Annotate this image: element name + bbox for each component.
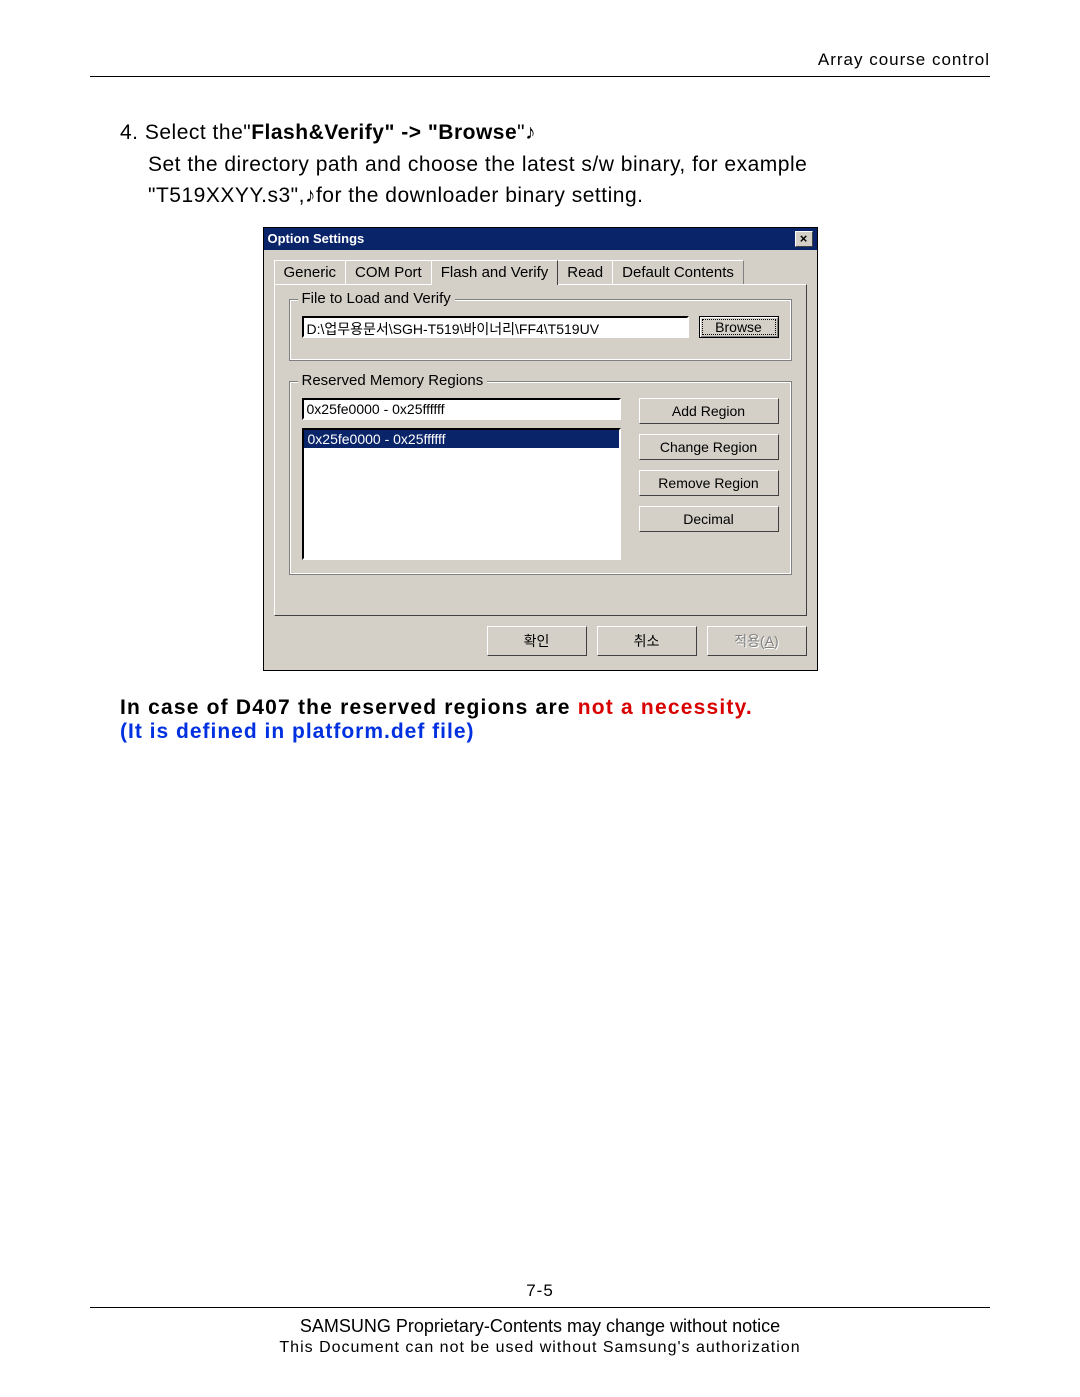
note-black: In case of D407 the reserved regions are [120,696,578,719]
dialog-title: Option Settings [268,231,365,246]
note-red: not a necessity. [578,696,753,719]
close-icon[interactable]: × [795,231,813,247]
tab-generic[interactable]: Generic [274,260,347,284]
step-suffix: "♪ [517,121,536,144]
ok-button[interactable]: 확인 [487,626,587,656]
step-number: 4. [120,121,139,144]
change-region-button[interactable]: Change Region [639,434,779,460]
apply-button: 적용(A) [707,626,807,656]
browse-button[interactable]: Browse [699,316,779,338]
tab-pane: File to Load and Verify D:\업무용문서\SGH-T51… [274,284,807,616]
step-line2b: "T519XXYY.s3",♪for the downloader binary… [148,180,990,212]
groupbox-reserved-memory: Reserved Memory Regions 0x25fe0000 - 0x2… [289,381,792,575]
header-rule [90,76,990,77]
footer-line-1: SAMSUNG Proprietary-Contents may change … [90,1316,990,1337]
list-item[interactable]: 0x25fe0000 - 0x25ffffff [304,430,619,448]
tab-com-port[interactable]: COM Port [345,260,432,284]
decimal-button[interactable]: Decimal [639,506,779,532]
remove-region-button[interactable]: Remove Region [639,470,779,496]
page-number: 7-5 [90,1281,990,1301]
region-listbox[interactable]: 0x25fe0000 - 0x25ffffff [302,428,621,560]
step-bold: Flash&Verify" -> "Browse [251,121,517,144]
tab-flash-and-verify[interactable]: Flash and Verify [431,260,559,285]
cancel-button[interactable]: 취소 [597,626,697,656]
region-input[interactable]: 0x25fe0000 - 0x25ffffff [302,398,621,420]
add-region-button[interactable]: Add Region [639,398,779,424]
step-prefix: Select the" [145,121,251,144]
tabs-row: Generic COM Port Flash and Verify Read D… [274,260,807,284]
footer-rule [90,1307,990,1308]
file-path-input[interactable]: D:\업무용문서\SGH-T519\바이너리\FF4\T519UV [302,316,689,338]
header-text: Array course control [90,50,990,70]
groupbox-file-legend: File to Load and Verify [298,290,455,307]
dialog-titlebar[interactable]: Option Settings × [264,228,817,250]
apply-post: ) [774,633,779,649]
dialog-button-row: 확인 취소 적용(A) [274,626,807,656]
apply-pre: 적용( [734,633,764,649]
footer-line-2: This Document can not be used without Sa… [90,1339,990,1357]
tab-read[interactable]: Read [557,260,613,284]
step-line2a: Set the directory path and choose the la… [148,149,990,181]
tab-default-contents[interactable]: Default Contents [612,260,744,284]
option-settings-dialog: Option Settings × Generic COM Port Flash… [263,227,818,671]
note-line-1: In case of D407 the reserved regions are… [120,696,960,720]
apply-underline: A [765,633,774,649]
groupbox-rmr-legend: Reserved Memory Regions [298,372,488,389]
note-blue: (It is defined in platform.def file) [120,720,990,744]
page-footer: 7-5 SAMSUNG Proprietary-Contents may cha… [90,1281,990,1357]
instruction-step-4: 4. Select the"Flash&Verify" -> "Browse"♪… [120,117,990,212]
groupbox-file-to-load: File to Load and Verify D:\업무용문서\SGH-T51… [289,299,792,361]
